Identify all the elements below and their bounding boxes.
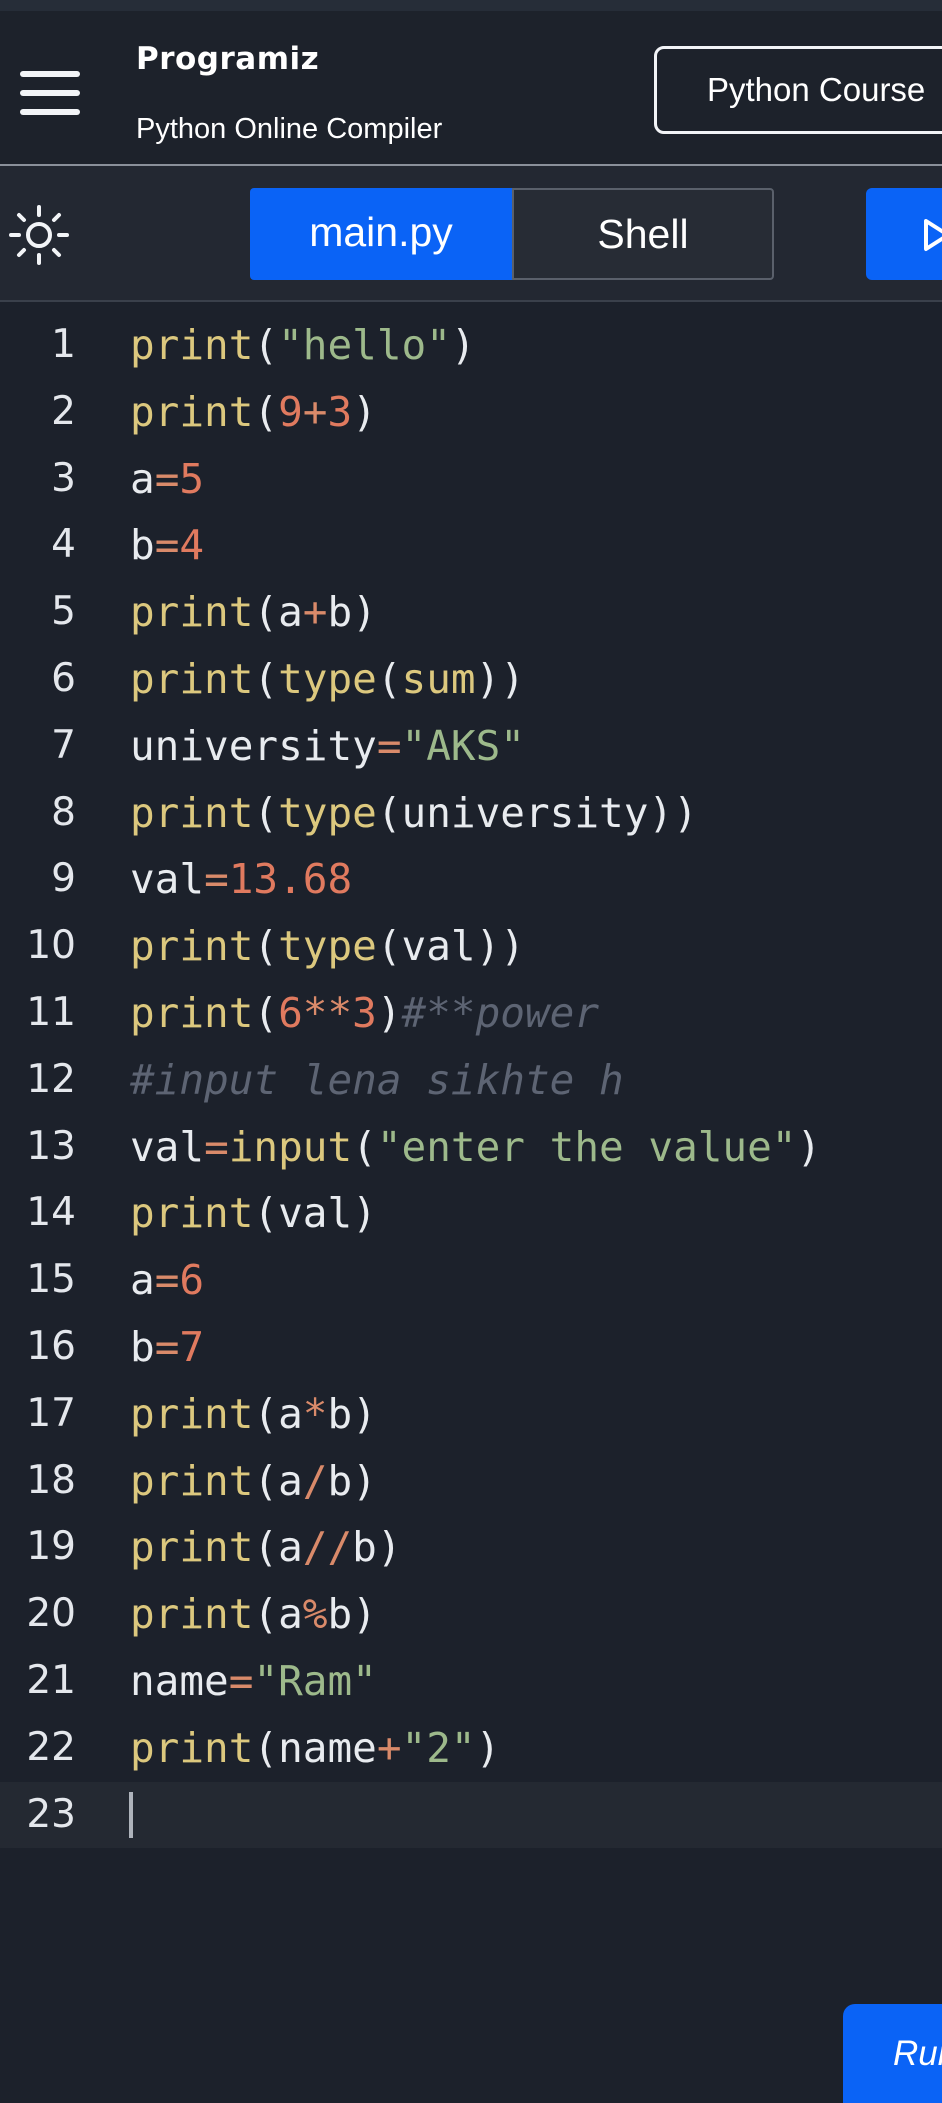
code-line[interactable]: 21 name="Ram" bbox=[0, 1648, 942, 1714]
code-text[interactable]: a=6 bbox=[130, 1247, 204, 1313]
code-line[interactable]: 2 print(9+3) bbox=[0, 379, 942, 445]
code-text[interactable]: print(a*b) bbox=[130, 1381, 377, 1447]
play-icon[interactable] bbox=[922, 218, 942, 252]
code-text[interactable]: print(type(val)) bbox=[130, 913, 525, 979]
code-text[interactable]: a=5 bbox=[130, 446, 204, 512]
line-number: 8 bbox=[51, 789, 76, 835]
hamburger-menu-icon[interactable] bbox=[20, 71, 80, 115]
code-text[interactable]: print(a/b) bbox=[130, 1448, 377, 1514]
code-text[interactable]: b=7 bbox=[130, 1314, 204, 1380]
code-text[interactable]: print(6**3)#**power bbox=[130, 980, 599, 1046]
line-number: 1 bbox=[51, 322, 76, 367]
code-line[interactable]: 20 print(a%b) bbox=[0, 1581, 942, 1647]
code-text[interactable]: #input lena sikhte h bbox=[130, 1047, 624, 1113]
app-header: Programiz Python Online Compiler Python … bbox=[0, 11, 942, 166]
line-number: 6 bbox=[51, 656, 76, 701]
code-text[interactable]: print(a%b) bbox=[130, 1581, 377, 1647]
tab-shell[interactable]: Shell bbox=[512, 188, 774, 280]
line-number: 5 bbox=[51, 589, 76, 635]
line-number: 9 bbox=[51, 856, 76, 902]
code-line[interactable]: 12 #input lena sikhte h bbox=[0, 1047, 942, 1113]
code-text[interactable]: print("hello") bbox=[130, 312, 476, 378]
code-line[interactable]: 23 bbox=[0, 1781, 942, 1848]
code-text[interactable]: print(a+b) bbox=[130, 579, 377, 645]
line-number: 11 bbox=[26, 990, 76, 1035]
code-line[interactable]: 6 print(type(sum)) bbox=[0, 646, 942, 712]
code-line[interactable]: 18 print(a/b) bbox=[0, 1448, 942, 1514]
code-line[interactable]: 10 print(type(val)) bbox=[0, 913, 942, 979]
tab-main-py[interactable]: main.py bbox=[250, 188, 512, 280]
line-number: 22 bbox=[26, 1724, 76, 1770]
line-number: 2 bbox=[51, 388, 76, 434]
code-text[interactable]: print(type(sum)) bbox=[130, 646, 525, 712]
code-text[interactable]: val=13.68 bbox=[130, 846, 352, 912]
line-number: 17 bbox=[26, 1390, 76, 1436]
run-button[interactable]: Run bbox=[843, 2004, 942, 2103]
line-number: 16 bbox=[26, 1324, 76, 1369]
line-number: 21 bbox=[26, 1658, 76, 1703]
line-number: 20 bbox=[26, 1591, 76, 1637]
code-line[interactable]: 15 a=6 bbox=[0, 1247, 942, 1313]
code-line[interactable]: 13 val=input("enter the value") bbox=[0, 1114, 942, 1180]
code-line[interactable]: 5 print(a+b) bbox=[0, 579, 942, 645]
text-cursor bbox=[129, 1791, 133, 1838]
line-number: 12 bbox=[26, 1056, 76, 1102]
code-line[interactable]: 8 print(type(university)) bbox=[0, 780, 942, 846]
code-text[interactable]: print(a//b) bbox=[130, 1514, 402, 1580]
line-number: 7 bbox=[51, 722, 76, 768]
code-text[interactable]: name="Ram" bbox=[130, 1648, 377, 1714]
sun-icon[interactable] bbox=[8, 204, 70, 266]
code-text[interactable]: print(val) bbox=[130, 1180, 377, 1246]
line-number: 18 bbox=[26, 1457, 76, 1503]
code-line[interactable]: 14 print(val) bbox=[0, 1180, 942, 1246]
line-number: 19 bbox=[26, 1524, 76, 1570]
code-text[interactable]: b=4 bbox=[130, 512, 204, 578]
code-text[interactable]: university="AKS" bbox=[130, 713, 525, 779]
line-number: 3 bbox=[51, 455, 76, 501]
line-number: 10 bbox=[26, 923, 76, 969]
code-line[interactable]: 7 university="AKS" bbox=[0, 713, 942, 779]
code-line[interactable]: 22 print(name+"2") bbox=[0, 1715, 942, 1781]
code-line[interactable]: 4 b=4 bbox=[0, 512, 942, 578]
code-line[interactable]: 1 print("hello") bbox=[0, 312, 942, 378]
code-editor[interactable]: 1 print("hello") 2 print(9+3) 3 a=5 4 b=4 5 print… bbox=[0, 304, 942, 2103]
line-number: 23 bbox=[26, 1791, 76, 1837]
programiz-logo[interactable]: Programiz bbox=[136, 41, 319, 77]
line-number: 13 bbox=[26, 1123, 76, 1169]
python-course-button[interactable]: Python Course bbox=[654, 46, 942, 134]
code-text[interactable]: print(type(university)) bbox=[130, 780, 698, 846]
code-line[interactable]: 17 print(a*b) bbox=[0, 1381, 942, 1447]
code-line[interactable]: 9 val=13.68 bbox=[0, 846, 942, 912]
code-line[interactable]: 19 print(a//b) bbox=[0, 1514, 942, 1580]
page-subtitle: Python Online Compiler bbox=[136, 113, 443, 145]
code-text[interactable]: val=input("enter the value") bbox=[130, 1114, 821, 1180]
code-line[interactable]: 3 a=5 bbox=[0, 446, 942, 512]
line-number: 4 bbox=[51, 522, 76, 568]
code-text[interactable]: print(name+"2") bbox=[130, 1715, 500, 1781]
line-number: 14 bbox=[26, 1190, 76, 1236]
code-line[interactable]: 16 b=7 bbox=[0, 1314, 942, 1380]
code-text[interactable]: print(9+3) bbox=[130, 379, 377, 445]
line-number: 15 bbox=[26, 1257, 76, 1303]
top-strip bbox=[0, 0, 942, 11]
code-line[interactable]: 11 print(6**3)#**power bbox=[0, 980, 942, 1046]
